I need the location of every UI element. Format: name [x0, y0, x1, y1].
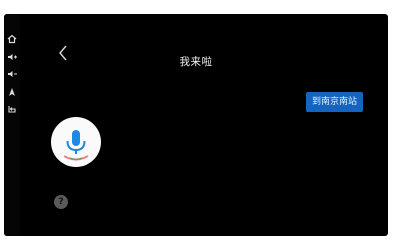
navigation-icon[interactable]	[7, 87, 17, 97]
assistant-greeting: 我来啦	[179, 56, 213, 68]
assistant-screen: 我来啦 到南京南站 ?	[4, 14, 388, 236]
volume-down-icon[interactable]	[7, 69, 17, 79]
back-icon[interactable]	[7, 104, 17, 114]
home-icon[interactable]	[7, 34, 17, 44]
device-frame: 我来啦 到南京南站 ?	[0, 0, 395, 240]
help-button[interactable]: ?	[54, 195, 68, 209]
user-message-bubble: 到南京南站	[306, 92, 364, 112]
microphone-button[interactable]	[51, 117, 101, 167]
microphone-icon	[63, 130, 89, 161]
system-sidebar	[4, 14, 20, 236]
